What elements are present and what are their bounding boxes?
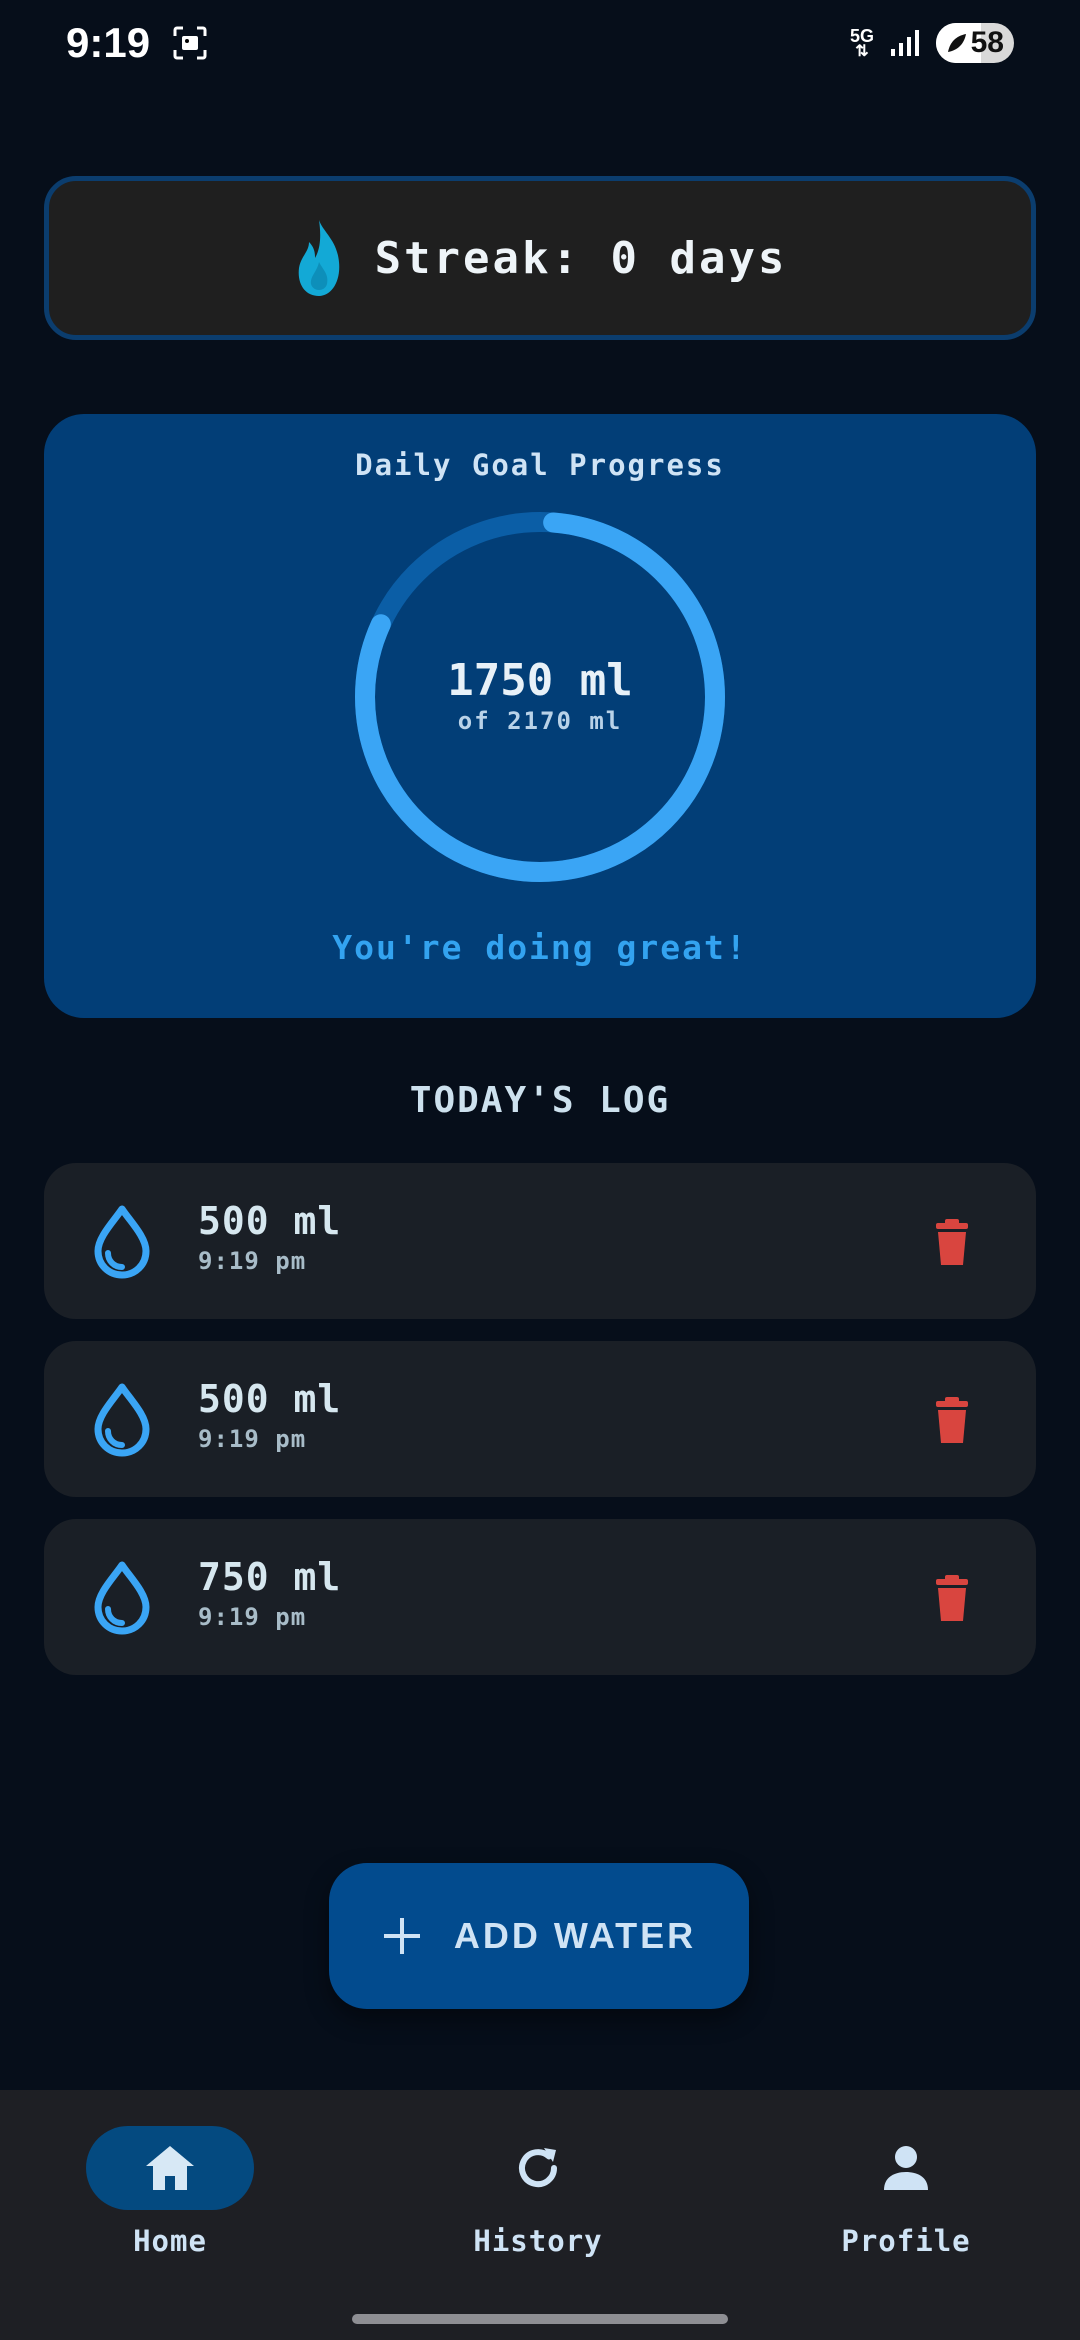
water-drop-icon <box>94 1383 150 1457</box>
log-time: 9:19 pm <box>198 1247 307 1275</box>
nav-history-pill <box>454 2126 622 2210</box>
home-indicator-bar[interactable] <box>352 2314 728 2324</box>
log-time: 9:19 pm <box>198 1425 307 1453</box>
progress-value: 1750 ml <box>447 655 633 706</box>
nav-home-indicator <box>86 2126 254 2210</box>
nav-label-home: Home <box>133 2224 207 2258</box>
status-left: 9:19 <box>66 19 208 67</box>
nav-item-home[interactable]: Home <box>30 2126 310 2266</box>
battery-saver-icon <box>948 34 966 52</box>
status-time: 9:19 <box>66 19 151 66</box>
log-amount: 500 ml <box>198 1377 342 1421</box>
nav-label-history: History <box>473 2224 603 2258</box>
log-time: 9:19 pm <box>198 1603 307 1631</box>
log-entry: 500 ml 9:19 pm <box>44 1341 1036 1497</box>
delete-icon[interactable] <box>930 1575 974 1623</box>
daily-goal-card: Daily Goal Progress 1750 ml of 2170 ml Y… <box>44 414 1036 1018</box>
add-water-label: ADD WATER <box>453 1915 697 1956</box>
log-list: 500 ml 9:19 pm 500 ml 9:19 pm 750 ml 9:1… <box>44 1163 1036 1697</box>
data-arrows-icon: ⇅ <box>855 43 869 60</box>
bottom-nav: Home History Profile <box>0 2090 1080 2340</box>
water-drop-icon <box>94 1561 150 1635</box>
progress-goal: of 2170 ml <box>457 707 623 735</box>
battery-indicator: 58 <box>936 23 1014 63</box>
log-entry: 750 ml 9:19 pm <box>44 1519 1036 1675</box>
home-icon <box>146 2146 194 2190</box>
signal-icon <box>891 30 919 56</box>
network-indicator: 5G ⇅ <box>850 27 874 60</box>
flame-icon <box>298 220 339 296</box>
add-water-button[interactable]: ADD WATER <box>329 1863 749 2009</box>
plus-icon <box>383 1918 420 1954</box>
streak-card: Streak: 0 days <box>44 176 1036 340</box>
log-title: TODAY'S LOG <box>409 1080 671 1121</box>
person-icon <box>884 2146 928 2190</box>
nav-label-profile: Profile <box>841 2224 971 2258</box>
progress-ring-center: 1750 ml of 2170 ml <box>355 512 725 882</box>
nav-item-history[interactable]: History <box>398 2126 678 2266</box>
log-entry: 500 ml 9:19 pm <box>44 1163 1036 1319</box>
log-amount: 500 ml <box>198 1199 342 1243</box>
battery-level: 58 <box>970 26 1004 59</box>
progress-message: You're doing great! <box>332 928 748 967</box>
status-right: 5G ⇅ 58 <box>850 23 1014 63</box>
water-drop-icon <box>94 1205 150 1279</box>
log-amount: 750 ml <box>198 1555 342 1599</box>
progress-ring: 1750 ml of 2170 ml <box>355 512 725 882</box>
nav-profile-pill <box>822 2126 990 2210</box>
nav-item-profile[interactable]: Profile <box>766 2126 1046 2266</box>
streak-text: Streak: 0 days <box>374 232 788 284</box>
screenshot-icon <box>173 26 207 60</box>
delete-icon[interactable] <box>930 1397 974 1445</box>
progress-title: Daily Goal Progress <box>355 448 725 482</box>
history-icon <box>519 2148 558 2188</box>
delete-icon[interactable] <box>930 1219 974 1267</box>
status-bar: 9:19 5G ⇅ 58 <box>0 0 1080 86</box>
